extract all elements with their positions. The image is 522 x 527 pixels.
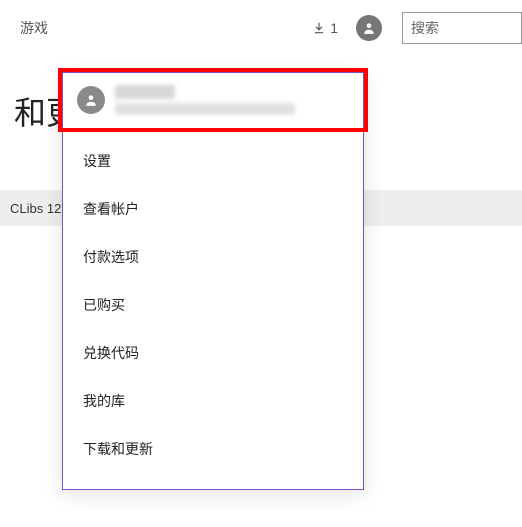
download-icon bbox=[312, 21, 326, 35]
account-button[interactable] bbox=[356, 15, 382, 41]
profile-text bbox=[115, 85, 295, 115]
nav-games-label[interactable]: 游戏 bbox=[20, 18, 48, 38]
menu-item-payment-options[interactable]: 付款选项 bbox=[63, 233, 363, 281]
profile-name-redacted bbox=[115, 85, 175, 99]
person-icon bbox=[84, 93, 98, 107]
account-dropdown: 设置 查看帐户 付款选项 已购买 兑换代码 我的库 下载和更新 bbox=[62, 72, 364, 490]
downloads-button[interactable]: 1 bbox=[312, 20, 338, 36]
menu-item-purchased[interactable]: 已购买 bbox=[63, 281, 363, 329]
menu-list: 设置 查看帐户 付款选项 已购买 兑换代码 我的库 下载和更新 bbox=[63, 127, 363, 489]
menu-item-my-library[interactable]: 我的库 bbox=[63, 377, 363, 425]
menu-item-downloads-updates[interactable]: 下载和更新 bbox=[63, 425, 363, 473]
search-box[interactable] bbox=[402, 12, 522, 44]
menu-item-view-account[interactable]: 查看帐户 bbox=[63, 185, 363, 233]
download-count: 1 bbox=[330, 20, 338, 36]
avatar bbox=[77, 86, 105, 114]
person-icon bbox=[362, 21, 376, 35]
profile-row[interactable] bbox=[63, 73, 363, 127]
search-input[interactable] bbox=[411, 20, 513, 36]
menu-item-redeem-code[interactable]: 兑换代码 bbox=[63, 329, 363, 377]
menu-item-settings[interactable]: 设置 bbox=[63, 137, 363, 185]
profile-email-redacted bbox=[115, 103, 295, 115]
top-bar: 游戏 1 bbox=[0, 0, 522, 56]
bg-row-text: CLibs 12 bbox=[10, 201, 61, 216]
